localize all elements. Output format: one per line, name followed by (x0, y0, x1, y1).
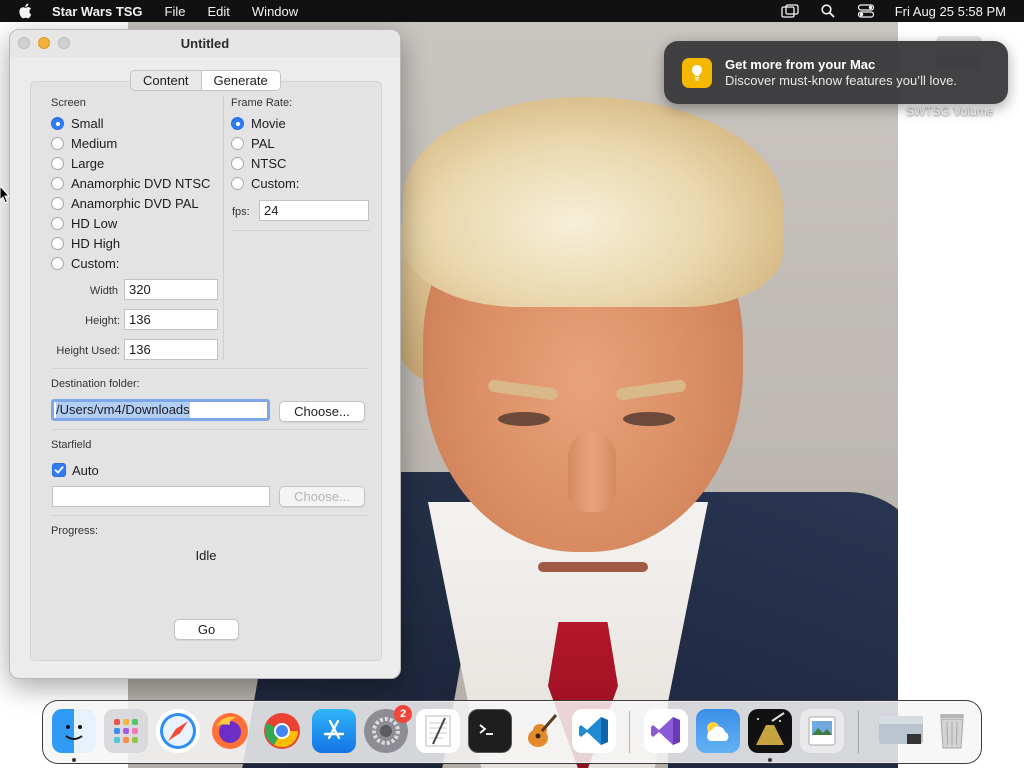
screen-option-hd-low[interactable]: HD Low (51, 216, 117, 231)
app-store-icon[interactable] (312, 709, 356, 753)
radio-icon[interactable] (51, 177, 64, 190)
go-button[interactable]: Go (174, 619, 239, 640)
menu-file[interactable]: File (165, 4, 186, 19)
destination-choose-button[interactable]: Choose... (279, 401, 365, 422)
apple-menu-icon[interactable] (18, 3, 34, 19)
screen-option-large[interactable]: Large (51, 156, 104, 171)
height-label: Height: (85, 315, 120, 327)
group-divider (223, 96, 224, 360)
destination-path-text: /Users/vm4/Downloads (56, 402, 190, 418)
destination-path-field[interactable]: /Users/vm4/Downloads (51, 399, 270, 421)
menu-bar: Star Wars TSG File Edit Window Fri Aug 2… (0, 0, 1024, 22)
generator-window: Untitled Content Generate Screen Small M… (9, 29, 401, 679)
radio-icon[interactable] (231, 177, 244, 190)
section-divider (51, 429, 369, 430)
auto-checkbox[interactable] (52, 463, 66, 477)
garageband-icon[interactable] (520, 709, 564, 753)
settings-badge: 2 (394, 705, 412, 723)
menu-edit[interactable]: Edit (208, 4, 230, 19)
width-field[interactable]: 320 (124, 279, 218, 300)
auto-label[interactable]: Auto (72, 463, 99, 478)
radio-selected-icon[interactable] (231, 117, 244, 130)
notification-body: Discover must-know features you’ll love. (725, 73, 957, 88)
screen-option-anamorphic-pal[interactable]: Anamorphic DVD PAL (51, 196, 199, 211)
dock: 2 (42, 700, 982, 764)
dock-divider (629, 711, 630, 753)
frame-rate-divider (232, 230, 370, 231)
frame-rate-label: Frame Rate: (231, 97, 293, 109)
radio-icon[interactable] (231, 137, 244, 150)
notification-title: Get more from your Mac (725, 57, 876, 72)
screen-label: Screen (51, 97, 86, 109)
star-wars-tsg-running-indicator (768, 758, 772, 762)
notification-banner[interactable]: Get more from your Mac Discover must-kno… (664, 41, 1008, 104)
window-titlebar[interactable]: Untitled (10, 30, 400, 57)
visual-studio-icon[interactable] (644, 709, 688, 753)
radio-icon[interactable] (231, 157, 244, 170)
height-used-field[interactable]: 136 (124, 339, 218, 360)
section-divider (51, 515, 369, 516)
menubar-clock[interactable]: Fri Aug 25 5:58 PM (895, 4, 1006, 19)
fps-label: fps: (232, 206, 250, 218)
control-center-icon[interactable] (857, 4, 875, 18)
radio-icon[interactable] (51, 197, 64, 210)
downloads-stack-icon[interactable] (876, 709, 926, 753)
radio-icon[interactable] (51, 257, 64, 270)
lightbulb-icon (682, 58, 712, 88)
finder-icon[interactable] (52, 709, 96, 753)
weather-icon[interactable] (696, 709, 740, 753)
screen-option-medium[interactable]: Medium (51, 136, 117, 151)
radio-icon[interactable] (51, 237, 64, 250)
screen-option-small[interactable]: Small (51, 116, 104, 131)
section-divider (51, 368, 369, 369)
preview-icon[interactable] (800, 709, 844, 753)
menu-window[interactable]: Window (252, 4, 298, 19)
trash-icon[interactable] (930, 709, 974, 753)
safari-icon[interactable] (156, 709, 200, 753)
chrome-icon[interactable] (260, 709, 304, 753)
frame-rate-option-ntsc[interactable]: NTSC (231, 156, 286, 171)
spotlight-search-icon[interactable] (819, 4, 837, 18)
radio-icon[interactable] (51, 217, 64, 230)
screen-option-custom[interactable]: Custom: (51, 256, 119, 271)
progress-label: Progress: (51, 525, 99, 537)
radio-icon[interactable] (51, 157, 64, 170)
starfield-choose-button[interactable]: Choose... (279, 486, 365, 507)
vscode-icon[interactable] (572, 709, 616, 753)
window-title: Untitled (180, 36, 230, 51)
textedit-icon[interactable] (416, 709, 460, 753)
height-field[interactable]: 136 (124, 309, 218, 330)
starfield-path-field[interactable] (52, 486, 270, 507)
star-wars-tsg-icon[interactable] (748, 709, 792, 753)
tab-generate[interactable]: Generate (200, 71, 280, 90)
fps-field[interactable]: 24 (259, 200, 369, 221)
destination-label: Destination folder: (51, 378, 140, 390)
launchpad-icon[interactable] (104, 709, 148, 753)
radio-icon[interactable] (51, 137, 64, 150)
frame-rate-option-movie[interactable]: Movie (231, 116, 286, 131)
width-label: Width (89, 285, 118, 297)
firefox-icon[interactable] (208, 709, 252, 753)
dock-divider (858, 711, 859, 753)
frame-rate-option-pal[interactable]: PAL (231, 136, 275, 151)
app-menu[interactable]: Star Wars TSG (52, 4, 143, 19)
frame-rate-option-custom[interactable]: Custom: (231, 176, 299, 191)
height-used-label: Height Used: (56, 345, 120, 357)
finder-running-indicator (72, 758, 76, 762)
screen-mirroring-icon[interactable] (781, 4, 799, 18)
radio-selected-icon[interactable] (51, 117, 64, 130)
starfield-label: Starfield (51, 439, 92, 451)
progress-status: Idle (195, 548, 217, 563)
tab-content[interactable]: Content (131, 71, 201, 90)
volume-label[interactable]: SWTSG Volume (906, 104, 993, 118)
system-settings-icon[interactable]: 2 (364, 705, 412, 753)
mouse-cursor-icon (0, 185, 11, 207)
terminal-icon[interactable] (468, 709, 512, 753)
screen-option-hd-high[interactable]: HD High (51, 236, 120, 251)
tab-bar: Content Generate (130, 70, 281, 91)
screen-option-anamorphic-ntsc[interactable]: Anamorphic DVD NTSC (51, 176, 210, 191)
